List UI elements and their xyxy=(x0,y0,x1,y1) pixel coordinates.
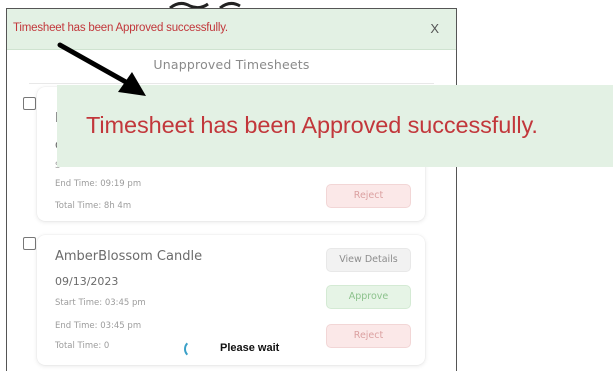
arrow-annotation-icon xyxy=(57,42,146,96)
